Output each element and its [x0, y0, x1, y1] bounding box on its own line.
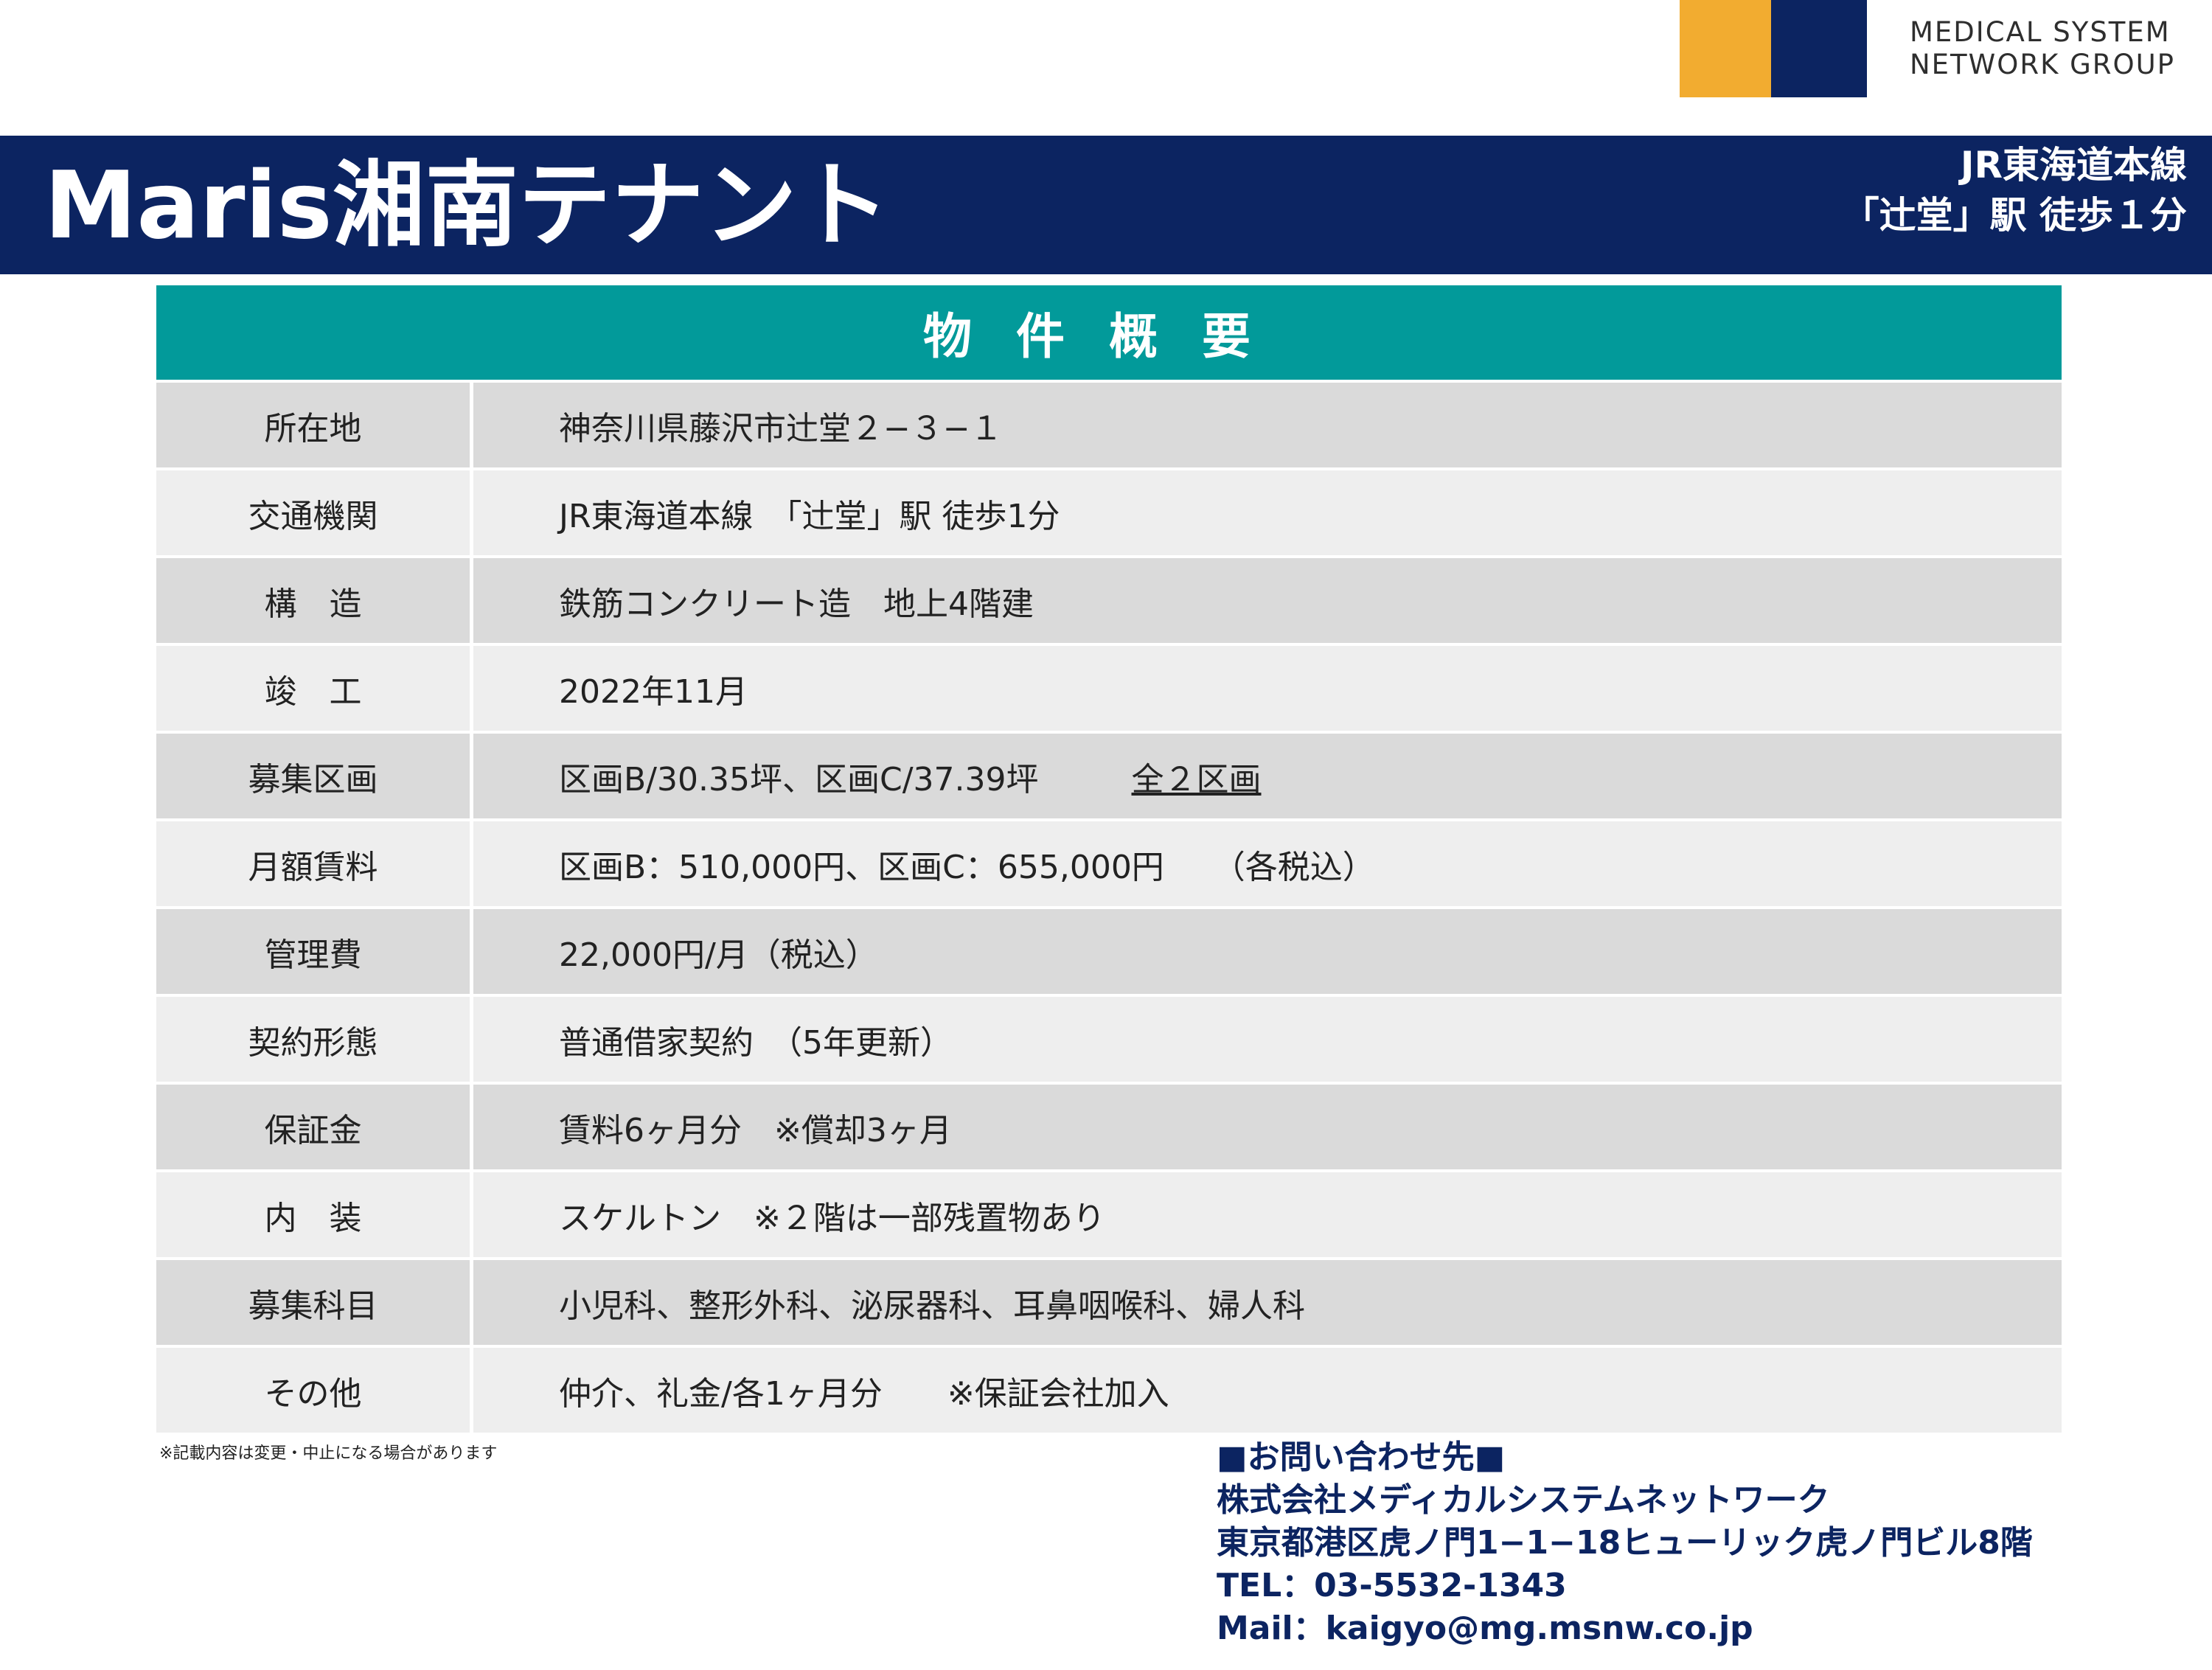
row-value-cell: 普通借家契約 （5年更新）: [473, 997, 2062, 1082]
table-row: 管理費 22,000円/月（税込）: [156, 909, 2062, 994]
station-info: JR東海道本線 「辻堂」駅 徒歩１分: [1843, 140, 2187, 240]
row-label: 契約形態: [156, 997, 470, 1082]
row-value: 賃料6ヶ月分 ※償却3ヶ月: [559, 1111, 952, 1149]
row-value: スケルトン ※２階は一部残置物あり: [559, 1199, 1105, 1237]
row-value-cell: 区画B：510,000円、区画C：655,000円 （各税込）: [473, 821, 2062, 906]
table-heading: 物件概要: [156, 285, 2062, 380]
row-value-cell: 仲介、礼金/各1ヶ月分 ※保証会社加入: [473, 1348, 2062, 1433]
row-value: 区画B：510,000円、区画C：655,000円 （各税込）: [559, 848, 1375, 886]
row-label: 所在地: [156, 383, 470, 467]
row-label: 交通機関: [156, 470, 470, 555]
row-value: 2022年11月: [559, 672, 748, 711]
row-value-cell: 賃料6ヶ月分 ※償却3ヶ月: [473, 1085, 2062, 1169]
row-value: 22,000円/月（税込）: [559, 936, 878, 974]
table-row: 募集科目 小児科、整形外科、泌尿器科、耳鼻咽喉科、婦人科: [156, 1260, 2062, 1345]
table-row: その他 仲介、礼金/各1ヶ月分 ※保証会社加入: [156, 1348, 2062, 1433]
table-row: 契約形態 普通借家契約 （5年更新）: [156, 997, 2062, 1082]
row-label: 募集区画: [156, 734, 470, 818]
station-line: JR東海道本線: [1960, 144, 2187, 187]
contact-tel: TEL：03-5532-1343: [1217, 1567, 1567, 1604]
table-row: 竣 工 2022年11月: [156, 646, 2062, 731]
row-value-cell: 2022年11月: [473, 646, 2062, 731]
contact-heading: ■お問い合わせ先■: [1217, 1438, 1506, 1476]
row-value: 小児科、整形外科、泌尿器科、耳鼻咽喉科、婦人科: [559, 1287, 1305, 1325]
row-label: 募集科目: [156, 1260, 470, 1345]
table-row: 保証金 賃料6ヶ月分 ※償却3ヶ月: [156, 1085, 2062, 1169]
station-walk: 「辻堂」駅 徒歩１分: [1842, 194, 2187, 237]
row-value-cell: 小児科、整形外科、泌尿器科、耳鼻咽喉科、婦人科: [473, 1260, 2062, 1345]
row-value: 区画B/30.35坪、区画C/37.39坪: [559, 760, 1039, 799]
table-row: 交通機関 JR東海道本線 「辻堂」駅 徒歩1分: [156, 470, 2062, 555]
row-value: 仲介、礼金/各1ヶ月分 ※保証会社加入: [559, 1374, 1169, 1413]
row-label: 月額賃料: [156, 821, 470, 906]
logo-line-2: NETWORK GROUP: [1910, 49, 2175, 80]
table-body: 所在地 神奈川県藤沢市辻堂２−３−１ 交通機関 JR東海道本線 「辻堂」駅 徒歩1分構…: [156, 383, 2062, 1433]
logo-orange-block: [1680, 0, 1771, 97]
row-value: 鉄筋コンクリート造 地上4階建: [559, 585, 1034, 623]
table-row: 所在地 神奈川県藤沢市辻堂２−３−１: [156, 383, 2062, 467]
row-label: その他: [156, 1348, 470, 1433]
row-label: 構 造: [156, 558, 470, 643]
logo-text: MEDICAL SYSTEM NETWORK GROUP: [1910, 16, 2175, 81]
logo-navy-block: [1771, 0, 1867, 97]
table-row: 募集区画 区画B/30.35坪、区画C/37.39坪 全２区画: [156, 734, 2062, 818]
logo-line-1: MEDICAL SYSTEM: [1910, 16, 2171, 48]
contact-company: 株式会社メディカルシステムネットワーク: [1217, 1481, 1830, 1519]
row-label: 竣 工: [156, 646, 470, 731]
company-logo: MEDICAL SYSTEM NETWORK GROUP: [1680, 0, 2175, 97]
table-row: 構 造 鉄筋コンクリート造 地上4階建: [156, 558, 2062, 643]
row-value-cell: 鉄筋コンクリート造 地上4階建: [473, 558, 2062, 643]
property-overview-table: 物件概要 所在地 神奈川県藤沢市辻堂２−３−１ 交通機関 JR東海道本線 「辻堂」駅 …: [156, 285, 2062, 1436]
row-label: 内 装: [156, 1172, 470, 1257]
table-row: 月額賃料 区画B：510,000円、区画C：655,000円 （各税込）: [156, 821, 2062, 906]
row-value-cell: JR東海道本線 「辻堂」駅 徒歩1分: [473, 470, 2062, 555]
row-value-cell: 22,000円/月（税込）: [473, 909, 2062, 994]
row-label: 管理費: [156, 909, 470, 994]
row-value: 神奈川県藤沢市辻堂２−３−１: [559, 409, 1003, 448]
row-label: 保証金: [156, 1085, 470, 1169]
row-value: 普通借家契約 （5年更新）: [559, 1023, 953, 1062]
contact-block: ■お問い合わせ先■ 株式会社メディカルシステムネットワーク 東京都港区虎ノ門1−…: [1217, 1436, 2033, 1650]
table-row: 内 装 スケルトン ※２階は一部残置物あり: [156, 1172, 2062, 1257]
title-bar: Maris湘南テナント JR東海道本線 「辻堂」駅 徒歩１分: [0, 136, 2212, 274]
row-extra: 全２区画: [1131, 760, 1262, 799]
page-title: Maris湘南テナント: [44, 151, 890, 260]
row-value-cell: スケルトン ※２階は一部残置物あり: [473, 1172, 2062, 1257]
contact-mail[interactable]: Mail：kaigyo@mg.msnw.co.jp: [1217, 1607, 2033, 1650]
disclaimer-note: ※記載内容は変更・中止になる場合があります: [159, 1444, 498, 1463]
row-value-cell: 神奈川県藤沢市辻堂２−３−１: [473, 383, 2062, 467]
contact-address: 東京都港区虎ノ門1−1−18ヒューリック虎ノ門ビル8階: [1217, 1524, 2033, 1562]
row-value: JR東海道本線 「辻堂」駅 徒歩1分: [559, 497, 1060, 535]
row-value-cell: 区画B/30.35坪、区画C/37.39坪 全２区画: [473, 734, 2062, 818]
